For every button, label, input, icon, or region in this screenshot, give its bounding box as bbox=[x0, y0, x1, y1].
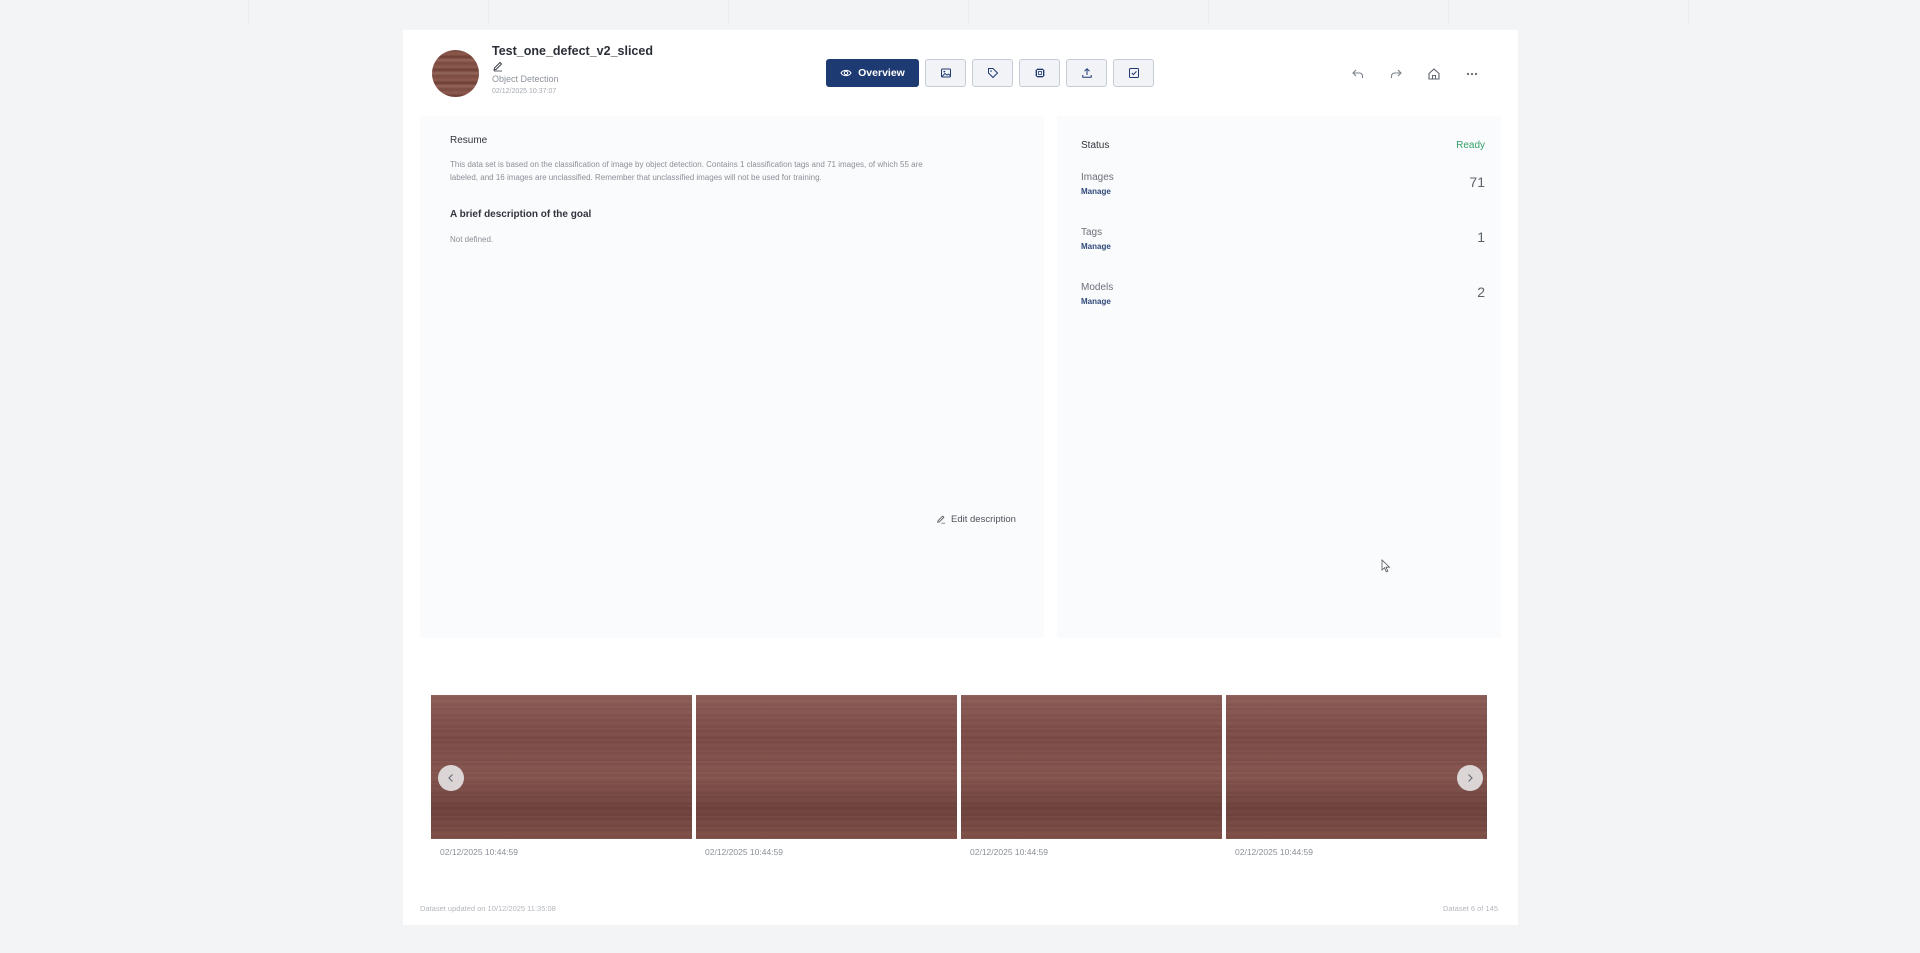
resume-text: This data set is based on the classifica… bbox=[450, 159, 1020, 184]
image-carousel: 02/12/2025 10:44:59 02/12/2025 10:44:59 … bbox=[431, 695, 1493, 857]
dataset-title: Test_one_defect_v2_sliced bbox=[492, 44, 653, 58]
checklist-icon bbox=[1128, 68, 1139, 78]
home-button[interactable] bbox=[1422, 62, 1446, 86]
dataset-type: Object Detection bbox=[492, 74, 559, 84]
dataset-created-date: 02/12/2025 10:37:07 bbox=[492, 88, 557, 95]
gallery-image[interactable] bbox=[1226, 695, 1487, 839]
tab-tags[interactable] bbox=[972, 59, 1013, 87]
edit-description-label: Edit description bbox=[951, 513, 1016, 525]
images-label: Images bbox=[1081, 172, 1114, 183]
upload-icon bbox=[1081, 68, 1092, 78]
gallery-image-date: 02/12/2025 10:44:59 bbox=[440, 847, 518, 857]
chevron-left-icon bbox=[448, 774, 453, 782]
home-icon bbox=[1428, 68, 1440, 80]
models-count: 2 bbox=[1477, 284, 1485, 300]
dataset-position-text: Dataset 6 of 145 bbox=[1442, 904, 1498, 913]
tag-icon bbox=[987, 68, 998, 79]
goal-text: Not defined. bbox=[450, 235, 494, 244]
dataset-updated-text: Dataset updated on 10/12/2025 11:35:08 bbox=[420, 904, 556, 913]
undo-button[interactable] bbox=[1346, 62, 1370, 86]
gallery-image[interactable] bbox=[961, 695, 1222, 839]
tab-overview[interactable]: Overview bbox=[826, 59, 919, 87]
more-icon bbox=[1466, 72, 1478, 76]
tags-label: Tags bbox=[1081, 227, 1103, 238]
status-panel: Status Ready Images Manage 71 Tags Manag… bbox=[1057, 116, 1501, 638]
pencil-icon bbox=[937, 515, 946, 524]
manage-images-link[interactable]: Manage bbox=[1081, 187, 1111, 196]
redo-icon bbox=[1390, 69, 1402, 78]
resume-heading: Resume bbox=[450, 135, 488, 146]
image-icon bbox=[940, 68, 951, 78]
header-tools bbox=[1346, 62, 1484, 86]
tab-images[interactable] bbox=[925, 59, 966, 87]
background-grid bbox=[0, 0, 1920, 28]
tab-models[interactable] bbox=[1019, 59, 1060, 87]
status-label: Status bbox=[1081, 140, 1110, 151]
tab-overview-label: Overview bbox=[858, 67, 905, 79]
undo-icon bbox=[1352, 69, 1364, 78]
gallery-image[interactable] bbox=[431, 695, 692, 839]
resume-panel: Resume This data set is based on the cla… bbox=[420, 116, 1044, 638]
redo-button[interactable] bbox=[1384, 62, 1408, 86]
eye-icon bbox=[840, 69, 852, 77]
manage-models-link[interactable]: Manage bbox=[1081, 297, 1111, 306]
resume-text-line-2: labeled, and 16 images are unclassified.… bbox=[450, 172, 822, 182]
tab-export[interactable] bbox=[1066, 59, 1107, 87]
carousel-prev-button[interactable] bbox=[438, 765, 464, 791]
manage-tags-link[interactable]: Manage bbox=[1081, 242, 1111, 251]
goal-heading: A brief description of the goal bbox=[450, 209, 592, 220]
tab-validation[interactable] bbox=[1113, 59, 1154, 87]
edit-title-icon[interactable] bbox=[492, 60, 504, 72]
resume-text-line-1: This data set is based on the classifica… bbox=[450, 160, 923, 169]
more-button[interactable] bbox=[1460, 62, 1484, 86]
dataset-avatar bbox=[432, 50, 479, 97]
gallery-image-date: 02/12/2025 10:44:59 bbox=[705, 847, 783, 857]
gallery-image-date: 02/12/2025 10:44:59 bbox=[1235, 847, 1313, 857]
tags-count: 1 bbox=[1477, 229, 1485, 245]
edit-description-button[interactable]: Edit description bbox=[929, 509, 1023, 529]
model-icon bbox=[1034, 68, 1045, 78]
view-tabs: Overview bbox=[826, 59, 1154, 87]
mouse-cursor-icon bbox=[1381, 559, 1391, 573]
gallery-image-date: 02/12/2025 10:44:59 bbox=[970, 847, 1048, 857]
dataset-card: Test_one_defect_v2_sliced Object Detecti… bbox=[403, 30, 1518, 925]
status-badge: Ready bbox=[1456, 140, 1485, 151]
images-count: 71 bbox=[1469, 174, 1485, 190]
models-label: Models bbox=[1081, 282, 1114, 293]
gallery-image[interactable] bbox=[696, 695, 957, 839]
chevron-right-icon bbox=[1468, 774, 1473, 782]
carousel-next-button[interactable] bbox=[1457, 765, 1483, 791]
